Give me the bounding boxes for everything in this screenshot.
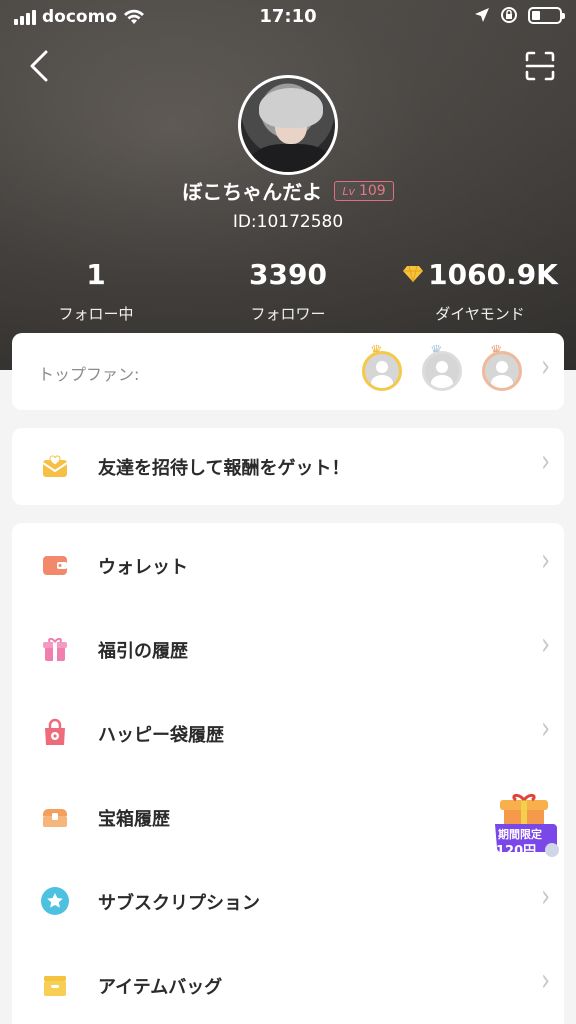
menu-item-subscription[interactable]: サブスクリプション › — [12, 859, 564, 943]
following-count: 1 — [86, 257, 106, 291]
scan-button[interactable] — [524, 50, 556, 82]
user-id: ID:10172580 — [232, 212, 344, 232]
level-value: 109 — [358, 182, 386, 199]
diamonds-label: ダイヤモンド — [435, 305, 525, 323]
menu-item-label: 福引の履歴 — [98, 641, 188, 662]
invite-row[interactable]: 友達を招待して報酬をゲット！ › — [12, 424, 564, 508]
level-prefix: Lv — [342, 184, 355, 198]
following-label: フォロー中 — [58, 305, 134, 323]
following-stat[interactable]: 1 フォロー中 — [0, 255, 192, 324]
chevron-right-icon: › — [541, 544, 550, 579]
rotation-lock-icon — [501, 7, 517, 23]
chevron-right-icon: › — [541, 445, 550, 480]
followers-stat[interactable]: 3390 フォロワー — [192, 255, 384, 324]
followers-count: 3390 — [249, 257, 327, 291]
menu-item-item-bag[interactable]: アイテムバッグ › — [12, 943, 564, 1024]
followers-label: フォロワー — [250, 305, 326, 323]
invite-friends-card[interactable]: 友達を招待して報酬をゲット！ › — [12, 428, 564, 505]
chevron-right-icon: › — [541, 350, 550, 385]
chevron-right-icon: › — [541, 628, 550, 663]
chevron-left-icon — [30, 50, 48, 82]
top-fan-avatar-3[interactable] — [482, 351, 522, 391]
promo-line2: 120円 — [496, 844, 537, 859]
happy-bag-icon — [45, 718, 65, 745]
level-badge: Lv 109 — [334, 180, 394, 201]
chevron-right-icon: › — [541, 964, 550, 999]
location-icon — [475, 8, 489, 22]
gift-icon — [43, 638, 67, 661]
wallet-icon — [43, 556, 67, 575]
stats-row: 1 フォロー中 3390 フォロワー 1060.9K ダイヤモンド — [0, 255, 576, 324]
menu-item-label: 宝箱履歴 — [98, 809, 170, 830]
invite-label: 友達を招待して報酬をゲット！ — [98, 458, 350, 479]
menu-item-wallet[interactable]: ウォレット › — [12, 523, 564, 607]
menu-item-lottery-history[interactable]: 福引の履歴 › — [12, 607, 564, 691]
battery-icon — [528, 6, 565, 24]
status-bar: docomo 17:10 — [0, 0, 576, 34]
star-icon — [41, 887, 69, 915]
top-fans-label: トップファン: — [38, 365, 140, 384]
item-bag-icon — [44, 976, 66, 996]
top-fan-avatar-1[interactable] — [362, 351, 402, 391]
diamonds-count: 1060.9K — [428, 257, 558, 291]
top-fan-avatar-2[interactable] — [422, 351, 462, 391]
profile-avatar[interactable] — [238, 75, 338, 175]
menu-item-happy-bag-history[interactable]: ハッピー袋履歴 › — [12, 691, 564, 775]
scan-icon — [525, 51, 555, 81]
chevron-right-icon: › — [541, 712, 550, 747]
menu-item-label: サブスクリプション — [98, 893, 260, 914]
menu-item-label: アイテムバッグ — [98, 977, 223, 998]
profile-name: ぼこちゃんだよ — [182, 180, 323, 204]
menu-item-label: ハッピー袋履歴 — [98, 725, 224, 746]
menu-item-label: ウォレット — [98, 557, 188, 578]
invite-envelope-icon — [42, 455, 68, 477]
top-fans-card[interactable]: トップファン: ♛ ♛ ♛ › — [12, 333, 564, 410]
menu-card: ウォレット › 福引の履歴 › ハッピー袋履歴 › 宝箱履歴 サブスクリプション… — [12, 523, 564, 1024]
diamond-icon — [403, 265, 424, 283]
chevron-right-icon: › — [541, 880, 550, 915]
limited-offer-badge[interactable]: 期間限定 120円 — [492, 790, 562, 860]
menu-item-treasure-history[interactable]: 宝箱履歴 — [12, 775, 564, 859]
treasure-box-icon — [43, 809, 67, 827]
diamonds-stat[interactable]: 1060.9K ダイヤモンド — [384, 255, 576, 324]
back-button[interactable] — [26, 48, 56, 84]
